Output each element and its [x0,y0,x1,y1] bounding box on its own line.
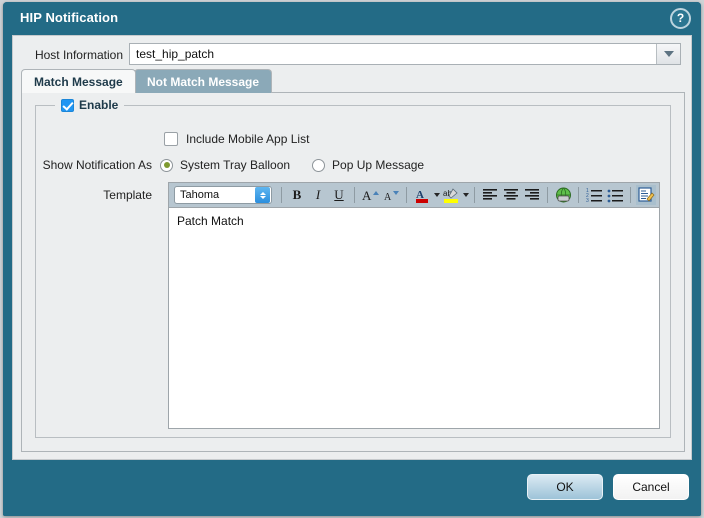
host-information-input[interactable]: test_hip_patch [130,47,656,61]
editor-toolbar: Tahoma B I U A A A ab 1 2 3 [169,183,659,208]
template-rich-text-editor: Tahoma B I U A A A ab 1 2 3 Patch Match [168,182,660,429]
show-notification-as-label: Show Notification As [42,158,152,172]
svg-text:3: 3 [586,198,589,203]
svg-text:A: A [362,188,372,203]
host-information-combobox[interactable]: test_hip_patch [129,43,681,65]
increase-font-size-button[interactable]: A [360,185,380,205]
tab-not-match-message[interactable]: Not Match Message [134,69,273,93]
edit-source-button[interactable] [636,185,656,205]
svg-text:A: A [384,192,392,203]
font-family-stepper-icon [255,187,270,203]
toolbar-separator [547,187,548,203]
bulleted-list-button[interactable] [605,185,625,205]
decrease-font-size-button[interactable]: A [381,185,401,205]
enable-label: Enable [79,98,119,112]
insert-link-globe-button[interactable] [553,185,573,205]
include-mobile-app-list-row: Include Mobile App List [164,132,309,146]
template-body-text[interactable]: Patch Match [169,208,659,428]
dialog-title: HIP Notification [20,10,119,25]
radio-system-tray-balloon[interactable] [160,158,173,172]
radio-system-tray-balloon-label: System Tray Balloon [180,158,291,172]
italic-button[interactable]: I [308,185,328,205]
ok-button[interactable]: OK [527,474,603,500]
toolbar-separator [630,187,631,203]
show-notification-as-row: Show Notification As System Tray Balloon… [36,158,672,172]
tabstrip: Match Message Not Match Message [21,69,685,93]
highlight-color-dropdown-icon[interactable] [463,193,469,197]
text-color-dropdown-icon[interactable] [434,193,440,197]
cancel-button[interactable]: Cancel [613,474,689,500]
hip-notification-dialog: HIP Notification ? Host Information test… [3,2,701,516]
caret-down-icon [663,51,674,57]
enable-checkbox[interactable] [61,98,74,112]
font-family-select[interactable]: Tahoma [174,186,272,204]
template-label: Template [103,188,152,202]
toolbar-separator [578,187,579,203]
bold-button[interactable]: B [287,185,307,205]
enable-fieldset: Enable Include Mobile App List Show Noti… [35,97,672,438]
help-circle-icon[interactable]: ? [670,8,691,29]
text-color-button[interactable]: A [412,185,432,205]
toolbar-separator [354,187,355,203]
tab-match-message[interactable]: Match Message [21,69,136,93]
align-left-button[interactable] [480,185,500,205]
toolbar-separator [406,187,407,203]
radio-pop-up-message-label: Pop Up Message [332,158,425,172]
align-right-button[interactable] [522,185,542,205]
host-information-label: Host Information [34,48,123,62]
dialog-body: Host Information test_hip_patch Match Me… [12,35,692,460]
align-center-button[interactable] [501,185,521,205]
radio-pop-up-message[interactable] [312,158,326,172]
dialog-footer: OK Cancel [3,460,701,516]
tab-panel-match-message: Enable Include Mobile App List Show Noti… [21,92,685,452]
toolbar-separator [474,187,475,203]
include-mobile-app-list-label: Include Mobile App List [186,132,310,146]
include-mobile-app-list-checkbox[interactable] [164,132,178,146]
highlight-color-button[interactable]: ab [441,185,461,205]
toolbar-separator [281,187,282,203]
enable-legend: Enable [55,97,125,113]
host-information-dropdown-button[interactable] [656,44,680,64]
dialog-titlebar: HIP Notification ? [3,2,701,35]
font-family-select-value: Tahoma [180,189,220,201]
underline-button[interactable]: U [329,185,349,205]
numbered-list-button[interactable]: 123 [584,185,604,205]
